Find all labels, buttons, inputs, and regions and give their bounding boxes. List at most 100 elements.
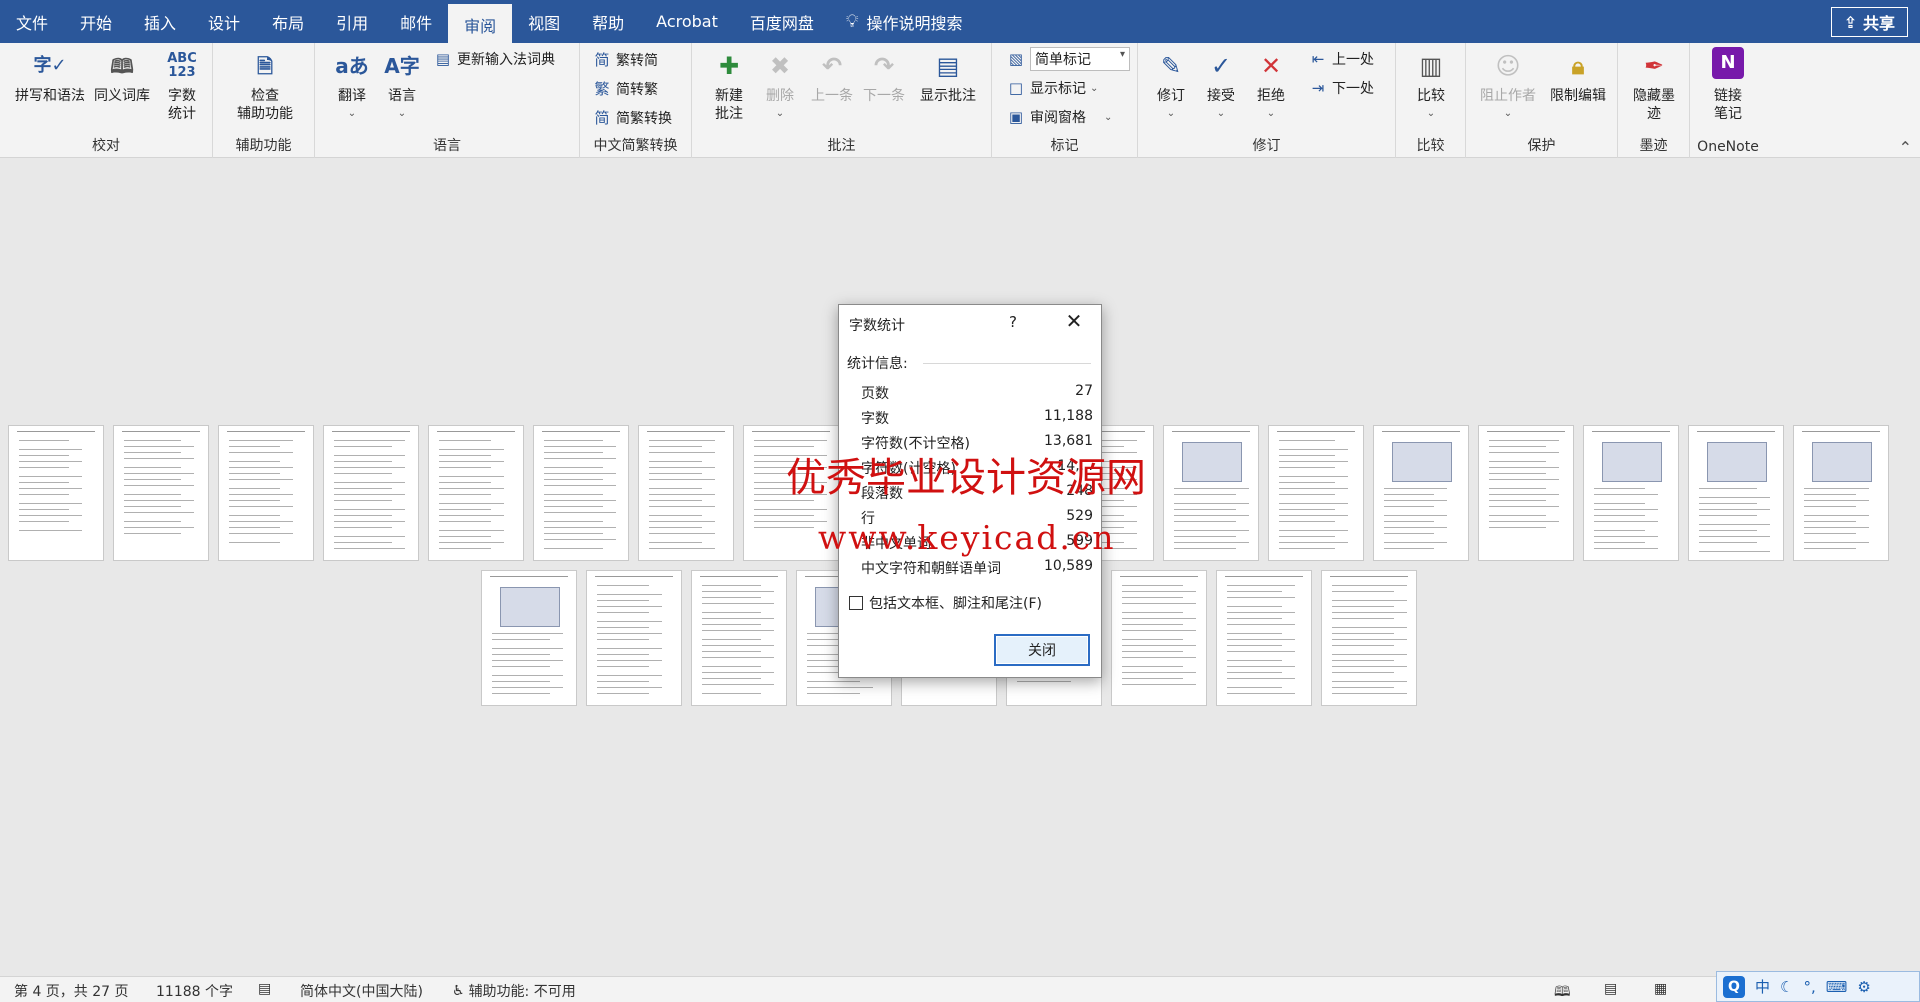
- page-thumbnail[interactable]: [1373, 425, 1469, 561]
- tab-review[interactable]: 审阅: [448, 4, 513, 43]
- new-comment-button[interactable]: ✚ 新建 批注: [706, 47, 752, 123]
- translate-button[interactable]: aあ 翻译 ⌄: [329, 47, 375, 123]
- tab-help[interactable]: 帮助: [576, 0, 640, 43]
- compare-button[interactable]: ▥ 比较 ⌄: [1408, 47, 1454, 123]
- page-thumbnail[interactable]: [586, 570, 682, 706]
- block-authors-label: 阻止作者: [1480, 88, 1536, 104]
- close-icon[interactable]: ✕: [1061, 309, 1087, 333]
- page-thumbnail[interactable]: [1321, 570, 1417, 706]
- check-label-2: 辅助功能: [237, 106, 293, 122]
- block-authors-icon: ☺: [1495, 52, 1521, 80]
- close-button[interactable]: 关闭: [994, 634, 1090, 666]
- accept-icon: ✓: [1210, 52, 1232, 80]
- tab-acrobat[interactable]: Acrobat: [640, 0, 734, 43]
- checkbox-box[interactable]: [849, 596, 863, 610]
- group-changes-label: 修订: [1252, 138, 1281, 154]
- page-thumbnail[interactable]: [428, 425, 524, 561]
- page-thumbnail[interactable]: [1268, 425, 1364, 561]
- page-thumbnail[interactable]: [1163, 425, 1259, 561]
- traditional-to-simplified-button[interactable]: 简 繁转简: [592, 49, 658, 70]
- tab-home[interactable]: 开始: [64, 0, 128, 43]
- accept-button[interactable]: ✓ 接受 ⌄: [1198, 47, 1244, 123]
- check-accessibility-button[interactable]: 🗎︎ 检查 辅助功能: [225, 47, 305, 123]
- page-thumbnail[interactable]: [638, 425, 734, 561]
- simplified-to-traditional-button[interactable]: 繁 简转繁: [592, 78, 658, 99]
- word-count-indicator[interactable]: 11188 个字: [156, 981, 233, 1001]
- page-thumbnail[interactable]: [481, 570, 577, 706]
- next-comment-button[interactable]: ↷ 下一条: [858, 47, 910, 105]
- lightbulb-icon: 💡︎: [845, 11, 859, 32]
- next-change-button[interactable]: ⇥ 下一处: [1308, 78, 1374, 98]
- page-thumbnail[interactable]: [1688, 425, 1784, 561]
- accessibility-indicator[interactable]: ♿︎ 辅助功能: 不可用: [452, 981, 576, 1001]
- tab-file[interactable]: 文件: [0, 0, 64, 43]
- language-indicator[interactable]: 简体中文(中国大陆): [300, 981, 423, 1001]
- page-thumbnail[interactable]: [1583, 425, 1679, 561]
- share-button[interactable]: ⇪ 共享: [1830, 7, 1908, 37]
- tab-baidu[interactable]: 百度网盘: [734, 0, 830, 43]
- tab-layout[interactable]: 布局: [256, 0, 320, 43]
- group-proofing: 字✓ 拼写和语法 🕮︎ 同义词库 ABC 123 字数 统计 校对: [0, 43, 213, 158]
- punctuation-icon[interactable]: °,: [1803, 978, 1815, 996]
- page-thumbnail[interactable]: [1216, 570, 1312, 706]
- include-textboxes-checkbox[interactable]: 包括文本框、脚注和尾注(F): [849, 593, 1042, 613]
- show-comments-button[interactable]: ▤ 显示批注: [912, 47, 984, 105]
- language-button[interactable]: A字 语言 ⌄: [379, 47, 425, 123]
- linked-notes-button[interactable]: N 链接 笔记: [1704, 47, 1752, 123]
- track-changes-button[interactable]: ✎ 修订 ⌄: [1148, 47, 1194, 123]
- block-authors-button[interactable]: ☺ 阻止作者 ⌄: [1476, 47, 1540, 123]
- page-thumbnail[interactable]: [1793, 425, 1889, 561]
- previous-comment-button[interactable]: ↶ 上一条: [806, 47, 858, 105]
- page-indicator[interactable]: 第 4 页，共 27 页: [14, 981, 129, 1001]
- moon-icon[interactable]: ☾: [1780, 978, 1793, 996]
- check-label-1: 检查: [251, 88, 279, 104]
- share-label: 共享: [1862, 14, 1895, 33]
- reject-label: 拒绝: [1257, 88, 1285, 104]
- tab-mailings[interactable]: 邮件: [384, 0, 448, 43]
- keyboard-icon[interactable]: ⌨︎: [1826, 978, 1848, 996]
- translate-label: 翻译: [338, 88, 366, 104]
- page-thumbnail[interactable]: [691, 570, 787, 706]
- word-count-button[interactable]: ABC 123 字数 统计: [158, 47, 206, 123]
- spelling-grammar-button[interactable]: 字✓ 拼写和语法: [10, 47, 90, 105]
- new-comment-label-1: 新建: [715, 88, 743, 104]
- tab-design[interactable]: 设计: [192, 0, 256, 43]
- hide-ink-label-1: 隐藏墨: [1633, 88, 1675, 104]
- tab-view[interactable]: 视图: [512, 0, 576, 43]
- page-thumbnail[interactable]: [8, 425, 104, 561]
- chevron-down-icon: ⌄: [1216, 108, 1226, 119]
- reject-button[interactable]: ✕ 拒绝 ⌄: [1248, 47, 1294, 123]
- restrict-editing-button[interactable]: 🔒︎ 限制编辑: [1544, 47, 1612, 105]
- previous-change-button[interactable]: ⇤ 上一处: [1308, 49, 1374, 69]
- show-markup-button[interactable]: □ 显示标记 ⌄: [1006, 78, 1098, 98]
- web-layout-icon[interactable]: ▦: [1654, 981, 1667, 997]
- hide-ink-button[interactable]: ✒ 隐藏墨 迹: [1626, 47, 1682, 123]
- tell-me-search[interactable]: 💡︎ 操作说明搜索: [830, 0, 979, 43]
- show-comments-label: 显示批注: [920, 88, 976, 104]
- collapse-ribbon-icon[interactable]: ⌃: [1899, 138, 1912, 157]
- page-thumbnail[interactable]: [323, 425, 419, 561]
- page-thumbnail[interactable]: [1478, 425, 1574, 561]
- chinese-convert-button[interactable]: 简 简繁转换: [592, 107, 672, 128]
- trad-simp-icon: 简: [594, 51, 610, 69]
- tab-insert[interactable]: 插入: [128, 0, 192, 43]
- settings-icon[interactable]: ⚙︎: [1857, 978, 1870, 996]
- page-thumbnail[interactable]: [1111, 570, 1207, 706]
- reviewing-pane-button[interactable]: ▣ 审阅窗格 ⌄: [1006, 107, 1112, 127]
- tab-references[interactable]: 引用: [320, 0, 384, 43]
- ime-toolbar[interactable]: Q 中 ☾ °, ⌨︎ ⚙︎: [1716, 971, 1920, 1002]
- thesaurus-button[interactable]: 🕮︎ 同义词库: [90, 47, 154, 105]
- proofing-icon[interactable]: ▤: [258, 981, 271, 997]
- page-thumbnail[interactable]: [218, 425, 314, 561]
- help-icon[interactable]: ?: [1009, 313, 1017, 331]
- page-thumbnail[interactable]: [533, 425, 629, 561]
- markup-display-select[interactable]: ▧ 简单标记 ▾: [1006, 47, 1130, 71]
- delete-comment-button[interactable]: ✖ 删除 ⌄: [758, 47, 802, 123]
- page-thumbnail[interactable]: [113, 425, 209, 561]
- ime-mode[interactable]: 中: [1755, 976, 1770, 997]
- update-ime-dictionary-button[interactable]: ▤ 更新输入法词典: [433, 49, 555, 69]
- read-mode-icon[interactable]: 🕮︎: [1554, 981, 1571, 1002]
- print-layout-icon[interactable]: ▤: [1604, 981, 1617, 997]
- stat-value: 10,589: [1044, 558, 1093, 574]
- watermark-title: 优秀毕业设计资源网: [786, 455, 1146, 501]
